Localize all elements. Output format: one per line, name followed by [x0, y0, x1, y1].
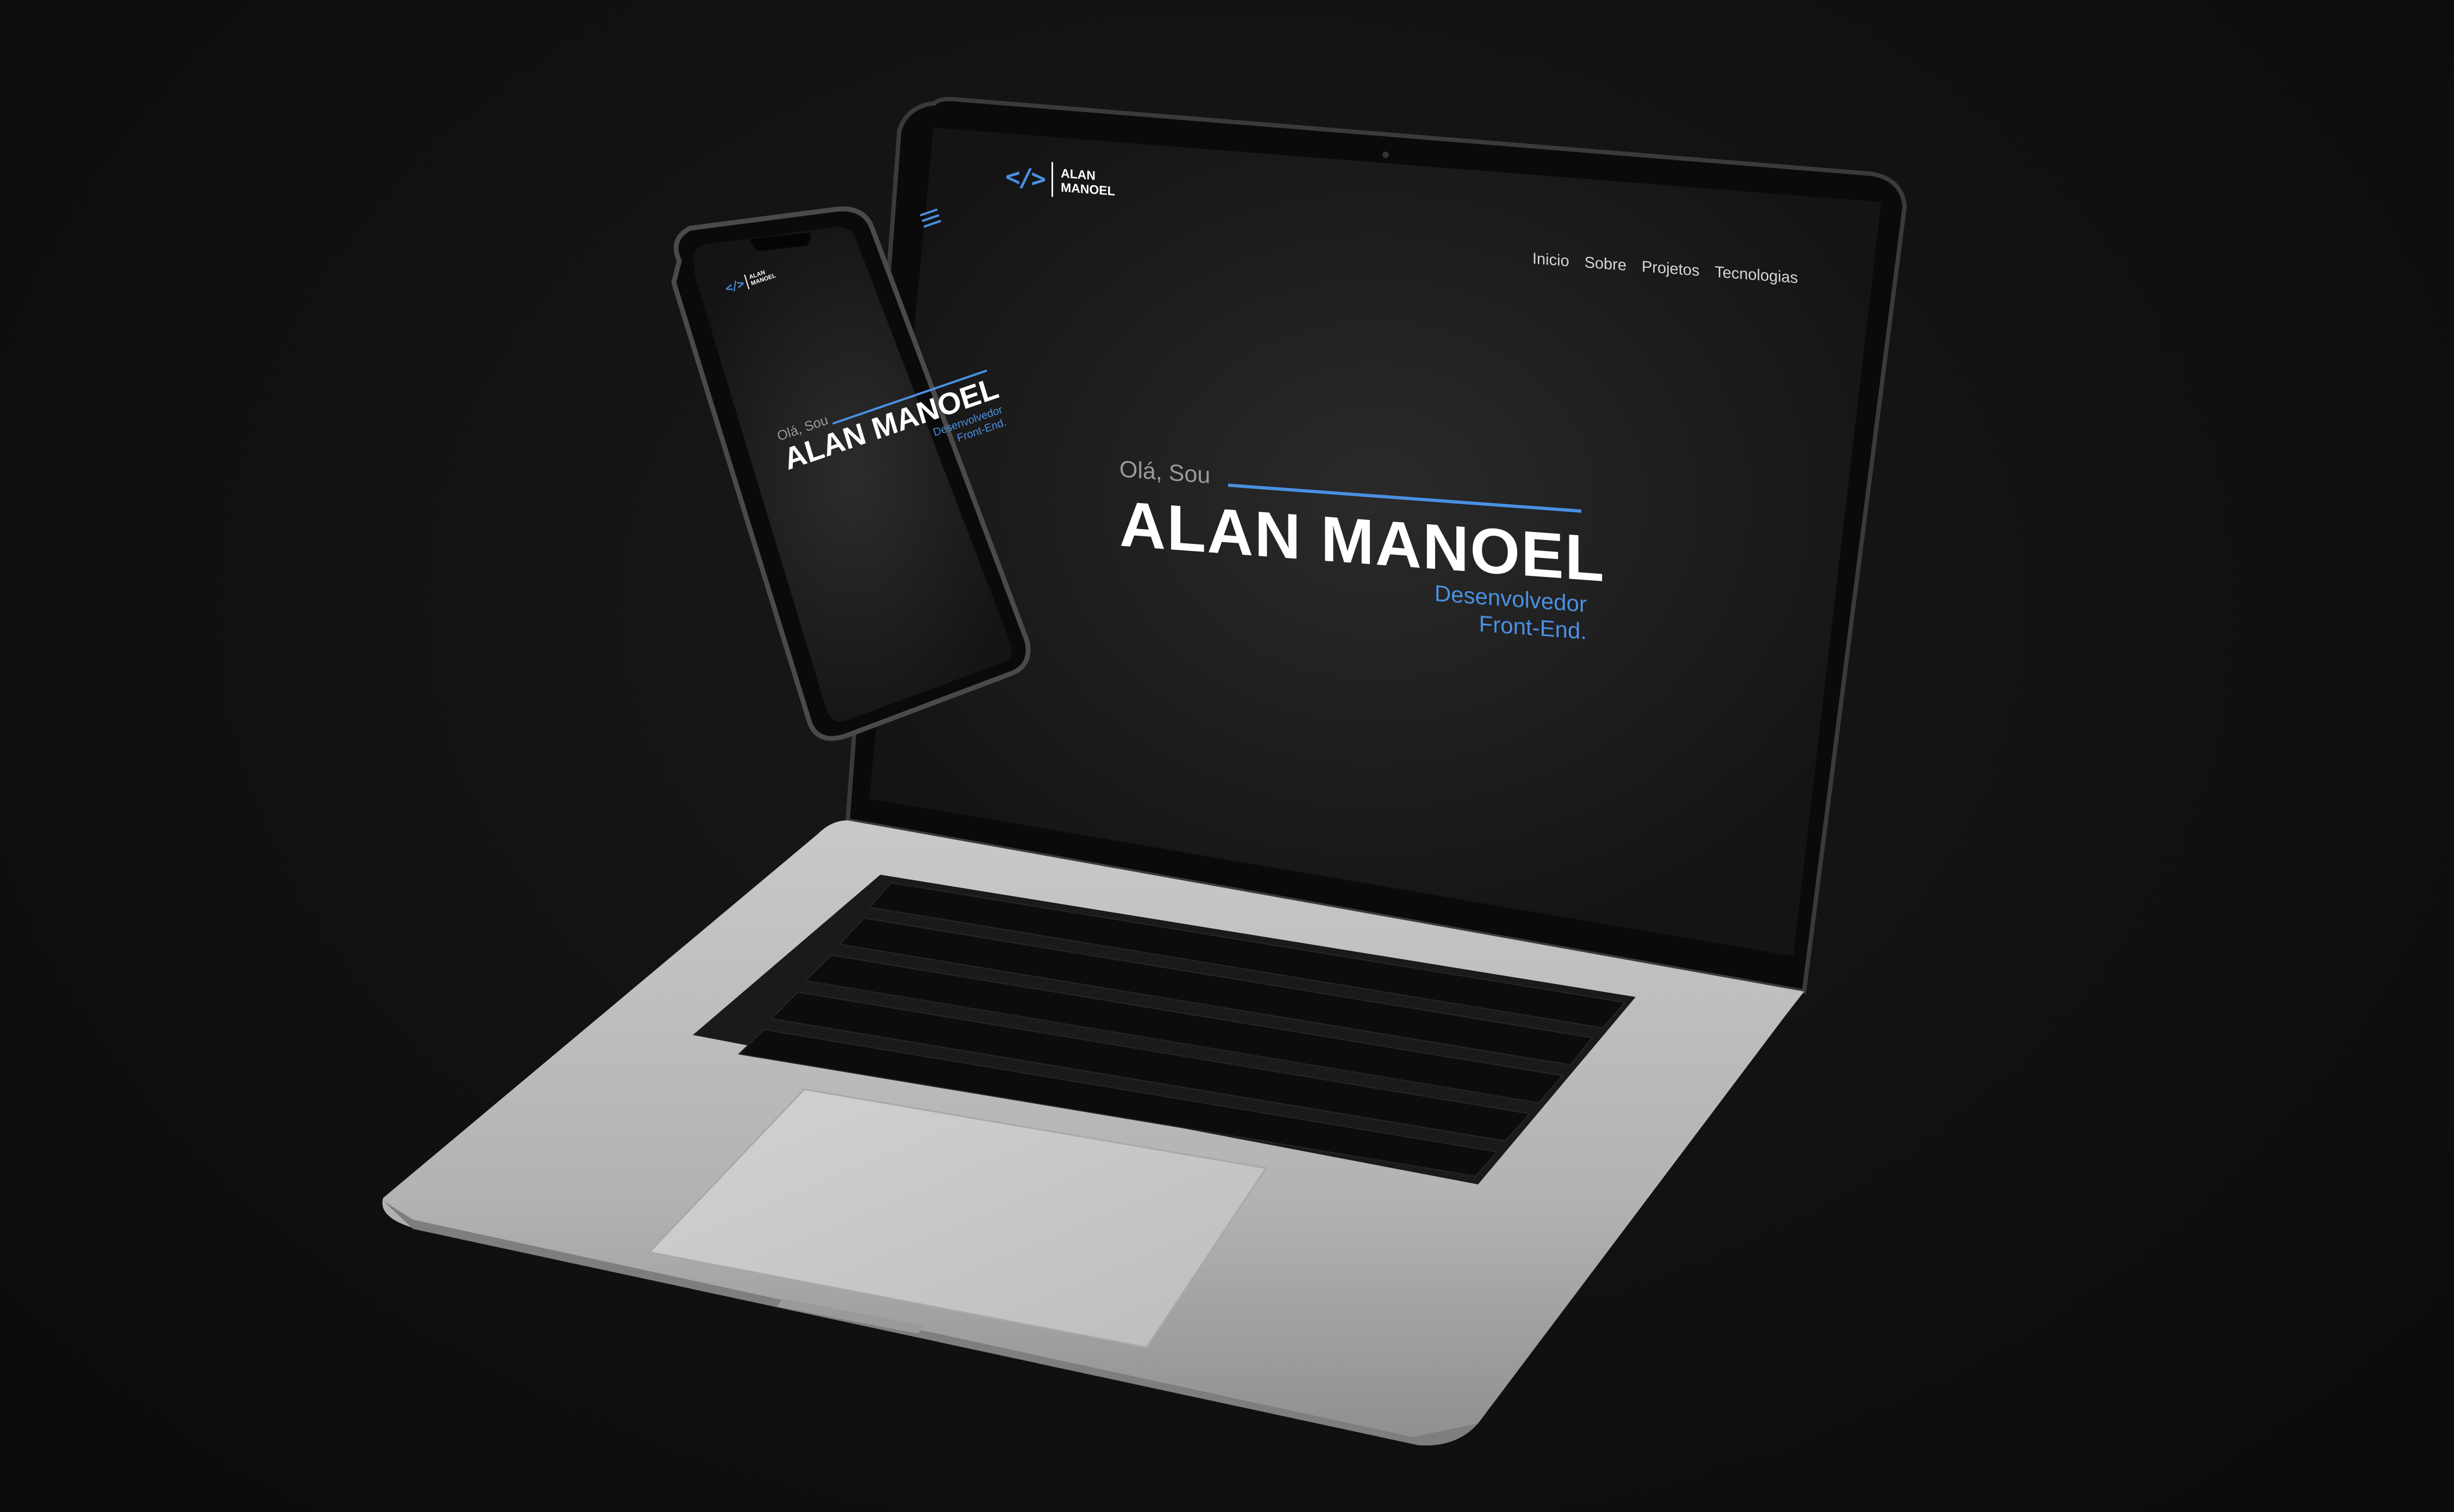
logo-text: ALAN MANOEL — [1061, 166, 1115, 198]
main-nav: Inicio Sobre Projetos Tecnologias — [1532, 250, 1798, 287]
nav-item-tecnologias[interactable]: Tecnologias — [1714, 263, 1798, 287]
mobile-hero-section: Olá, Sou ALAN MANOEL Desenvolvedor Front… — [775, 355, 1013, 501]
code-brackets-icon: </> — [1005, 161, 1044, 194]
logo-text: ALAN MANOEL — [748, 266, 777, 287]
hero-section: Olá, Sou ALAN MANOEL Desenvolvedor Front… — [1119, 456, 1608, 647]
mobile-site-logo[interactable]: </> ALAN MANOEL — [723, 265, 777, 297]
code-brackets-icon: </> — [723, 277, 746, 296]
site-logo[interactable]: </> ALAN MANOEL — [1005, 159, 1115, 202]
nav-item-projetos[interactable]: Projetos — [1642, 258, 1699, 280]
hamburger-menu-icon[interactable] — [919, 208, 942, 228]
nav-item-sobre[interactable]: Sobre — [1585, 254, 1626, 275]
logo-divider — [1051, 162, 1054, 197]
logo-line-2: MANOEL — [1061, 180, 1115, 198]
nav-item-inicio[interactable]: Inicio — [1532, 250, 1569, 271]
